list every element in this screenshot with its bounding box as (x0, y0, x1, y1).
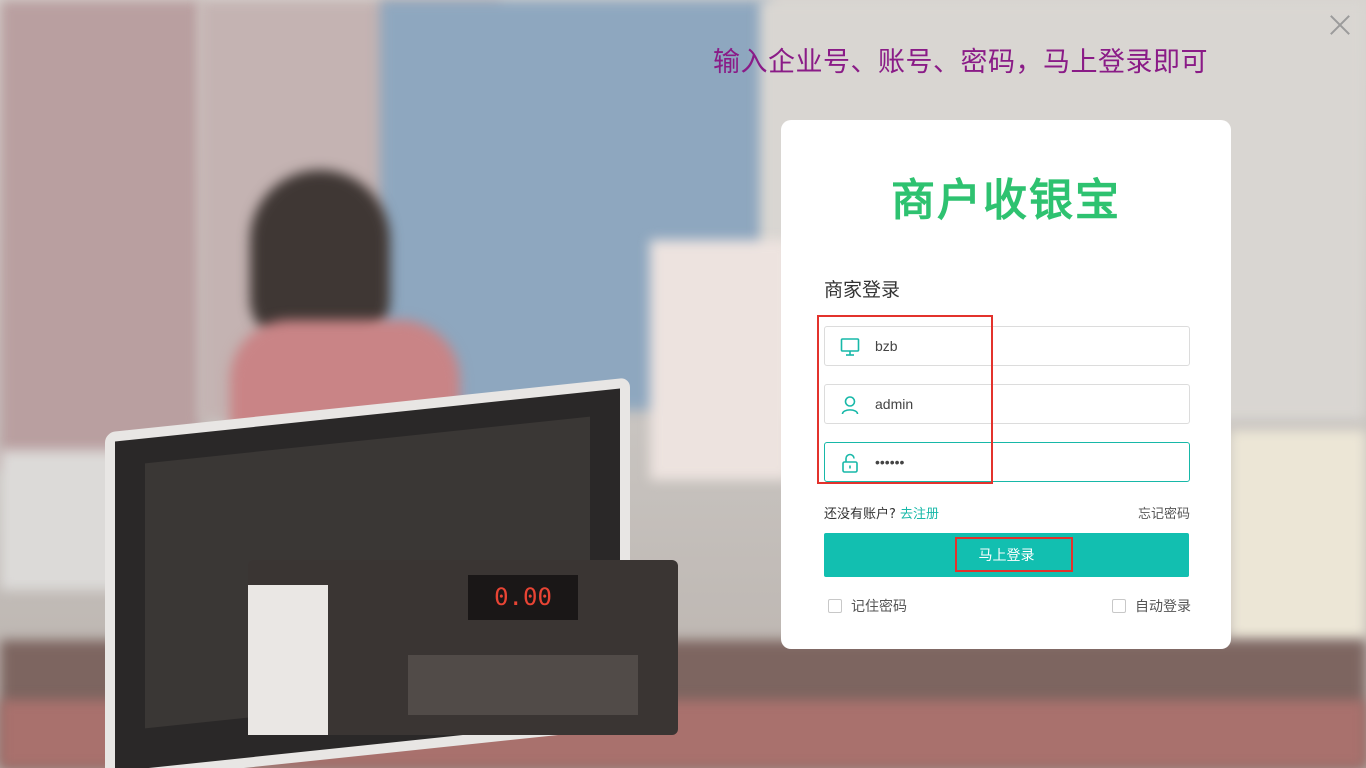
checkbox-box[interactable] (828, 599, 842, 613)
auto-login-checkbox[interactable]: 自动登录 (1112, 596, 1191, 616)
lock-open-icon (842, 453, 858, 473)
app-logo: 商户收银宝 (891, 175, 1121, 226)
account-input[interactable] (875, 385, 1175, 423)
password-field[interactable] (824, 442, 1190, 482)
login-title: 商家登录 (824, 279, 901, 301)
register-display: 0.00 (468, 575, 578, 620)
password-input[interactable] (875, 443, 1175, 481)
auto-login-label: 自动登录 (1135, 599, 1191, 615)
remember-password-label: 记住密码 (851, 599, 907, 615)
company-field[interactable] (824, 326, 1190, 366)
instruction-banner: 输入企业号、账号、密码，马上登录即可 (713, 47, 1208, 78)
forgot-password-link[interactable]: 忘记密码 (1138, 503, 1190, 522)
monitor-icon (840, 338, 860, 356)
close-icon[interactable] (1328, 12, 1352, 36)
login-card: 商户收银宝 商家登录 还没有账户? 去注册 忘记密码 马上登录 记住密码 (781, 120, 1231, 649)
no-account-text: 还没有账户? (824, 507, 896, 522)
checkbox-box[interactable] (1112, 599, 1126, 613)
login-button[interactable]: 马上登录 (824, 533, 1189, 577)
register-link[interactable]: 去注册 (900, 507, 939, 522)
company-input[interactable] (875, 327, 1175, 365)
account-field[interactable] (824, 384, 1190, 424)
cash-register: 0.00 (248, 560, 678, 735)
account-links: 还没有账户? 去注册 忘记密码 (824, 503, 1190, 522)
user-icon (841, 396, 859, 415)
remember-password-checkbox[interactable]: 记住密码 (828, 596, 907, 616)
